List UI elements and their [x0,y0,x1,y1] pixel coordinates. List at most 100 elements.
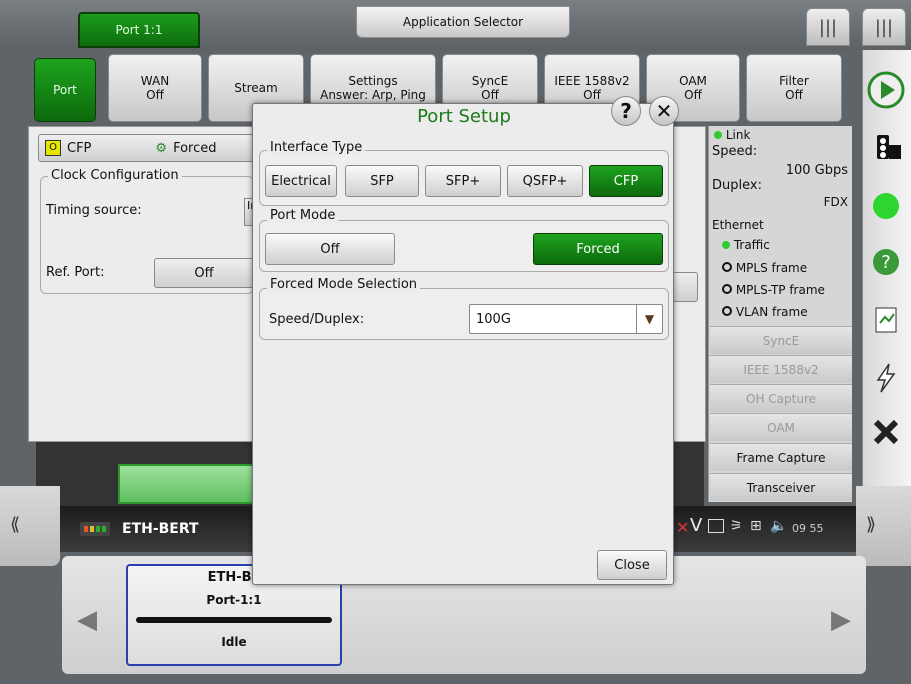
interface-sfp-button[interactable]: SFP [345,165,419,197]
application-selector-button[interactable]: Application Selector [356,6,570,38]
tab-label: Stream [234,81,278,95]
speed-value: 100 Gbps [785,163,848,178]
status-oam-button[interactable]: OAM [710,413,852,441]
cfp-label: CFP [67,140,92,156]
help-icon[interactable]: ? [611,96,641,126]
status-ieee1588-button[interactable]: IEEE 1588v2 [710,355,852,383]
cfp-header: O CFP ⚙ Forced [38,134,254,162]
ethernet-label: Ethernet [712,218,764,232]
traffic-light-icon[interactable] [866,128,906,168]
svg-text:?: ? [881,252,891,273]
forced-mode-label: Forced Mode Selection [267,277,421,292]
port-mode-label: Port Mode [267,208,339,223]
tab-label: Filter [779,74,809,88]
mpls-led-icon [722,262,732,272]
tab-wan[interactable]: WAN Off [108,54,202,122]
card-port: Port-1:1 [206,593,262,607]
lightning-icon[interactable] [866,358,906,398]
grip-icon[interactable]: ||| [806,8,850,46]
tab-label: Port [53,83,77,97]
link-row: Link [714,128,750,142]
side-button[interactable] [672,272,698,302]
duplex-label: Duplex: [712,178,762,193]
collapse-right-icon[interactable]: ⟫ [866,514,876,535]
traffic-bar [118,464,254,504]
port-tab[interactable]: Port 1:1 [78,12,200,48]
report-icon[interactable] [866,300,906,340]
speed-duplex-select[interactable]: 100G ▼ [469,304,663,334]
tab-sub: Off [583,88,601,102]
collapse-left-icon[interactable]: ⟪ [10,514,20,535]
help-icon[interactable]: ? [866,242,906,282]
tab-sub: Off [481,88,499,102]
interface-sfp-plus-button[interactable]: SFP+ [425,165,501,197]
interface-qsfp-plus-button[interactable]: QSFP+ [507,165,583,197]
traffic-row: Traffic [722,238,770,252]
network-icon: ⊞ [750,518,762,534]
clock-config-label: Clock Configuration [48,168,182,183]
left-expander[interactable] [0,486,60,566]
tray-left-arrow-icon[interactable]: ◀ [72,598,102,642]
mpls-tp-led-icon [722,284,732,294]
grip-icon-2[interactable]: ||| [862,8,906,46]
speed-duplex-value: 100G [476,312,511,327]
tab-port[interactable]: Port [34,58,96,122]
tab-label: WAN [140,74,170,88]
module-icon [80,522,110,536]
tab-label: OAM [679,74,707,88]
right-expander[interactable] [856,486,911,566]
tab-sub: Answer: Arp, Ping [320,88,426,102]
mpls-tp-row: MPLS-TP frame [722,283,825,297]
ref-port-label: Ref. Port: [46,265,105,280]
tab-filter[interactable]: Filter Off [746,54,842,122]
tab-label: SyncE [471,74,509,88]
speed-duplex-label: Speed/Duplex: [269,312,365,327]
chevron-down-icon: V [690,515,703,536]
status-led-icon [866,186,906,226]
play-icon[interactable] [866,70,906,110]
terminal-icon [708,519,724,533]
gear-icon: ⚙ [155,140,168,156]
mpls-tp-label: MPLS-TP frame [735,283,825,297]
status-square-icon: O [45,140,61,156]
status-transceiver-button[interactable]: Transceiver [710,473,852,501]
link-led-icon [714,131,722,139]
tab-sub: Off [146,88,164,102]
card-state: Idle [221,635,247,649]
speed-label: Speed: [712,144,758,159]
chevron-down-icon[interactable]: ▼ [636,305,662,333]
timing-source-label: Timing source: [46,203,142,218]
tab-label: Settings [348,74,398,88]
tray-right-arrow-icon[interactable]: ▶ [826,598,856,642]
status-frame-capture-button[interactable]: Frame Capture [710,443,852,471]
tab-sub: Off [785,88,803,102]
traffic-label: Traffic [733,238,770,252]
interface-cfp-button[interactable]: CFP [589,165,663,197]
card-progress-bar [136,617,332,623]
interface-electrical-button[interactable]: Electrical [265,165,337,197]
forced-label: Forced [173,140,217,156]
close-button[interactable]: Close [597,550,667,580]
close-icon[interactable]: ✕ [649,96,679,126]
error-x-icon: ✕ [676,518,690,537]
status-synce-button[interactable]: SyncE [710,326,852,354]
ref-port-toggle[interactable]: Off [154,258,254,288]
link-label: Link [725,128,751,142]
satellite-icon: ⚞ [730,518,743,534]
traffic-led-icon [722,241,730,249]
exit-icon[interactable] [866,412,906,452]
status-oh-capture-button[interactable]: OH Capture [710,384,852,412]
vlan-row: VLAN frame [722,305,808,319]
clock-time: 09 55 [792,522,824,535]
tab-sub: Off [684,88,702,102]
mpls-label: MPLS frame [735,261,808,275]
mpls-row: MPLS frame [722,261,807,275]
duplex-value: FDX [823,195,848,209]
vlan-led-icon [722,306,732,316]
port-mode-off-button[interactable]: Off [265,233,395,265]
port-setup-dialog: Port Setup ? ✕ Interface Type Electrical… [252,96,679,585]
volume-icon: 🔈 [770,518,788,534]
tab-label: IEEE 1588v2 [554,74,630,88]
interface-type-label: Interface Type [267,140,366,155]
port-mode-forced-button[interactable]: Forced [533,233,663,265]
